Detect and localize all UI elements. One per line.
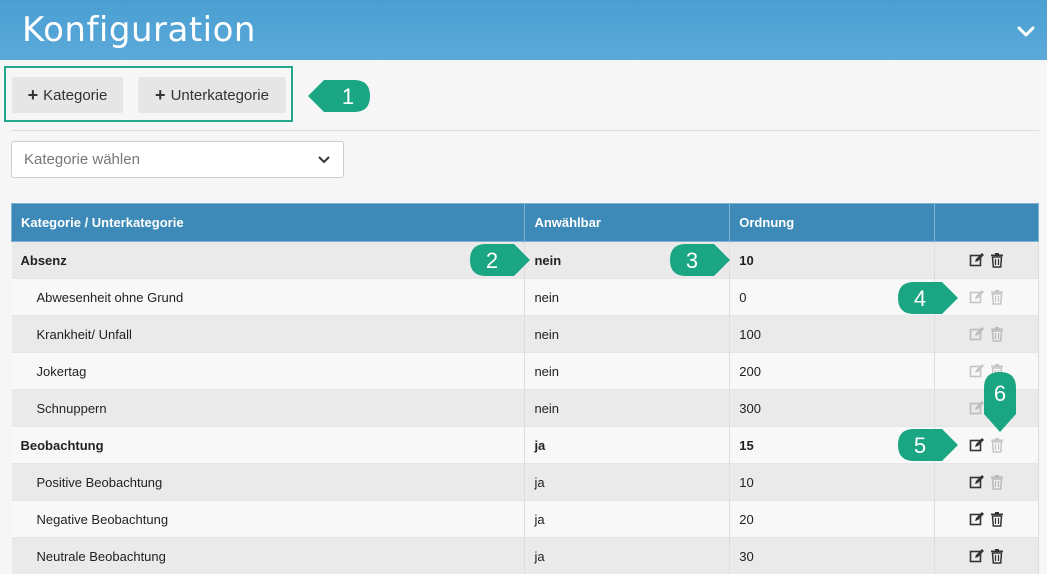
callout-5-label: 5 [914, 433, 926, 458]
callout-3: 3 [668, 240, 732, 280]
cell-actions [935, 316, 1039, 353]
table-row: Negative Beobachtungja20 [12, 501, 1039, 538]
cell-name: Neutrale Beobachtung [12, 538, 525, 574]
trash-icon[interactable] [987, 326, 1007, 341]
cell-order: 200 [730, 353, 935, 390]
table-row: Abwesenheit ohne Grundnein0 [12, 279, 1039, 316]
table-row: Schnuppernnein300 [12, 390, 1039, 427]
callout-6: 6 [978, 368, 1022, 434]
edit-icon[interactable] [967, 252, 987, 267]
trash-icon[interactable] [987, 474, 1007, 489]
cell-selectable: nein [525, 316, 730, 353]
trash-icon[interactable] [987, 548, 1007, 563]
cell-order: 300 [730, 390, 935, 427]
add-subcategory-label: Unterkategorie [171, 87, 269, 104]
table-header-row: Kategorie / Unterkategorie Anwählbar Ord… [12, 204, 1039, 242]
cell-order: 20 [730, 501, 935, 538]
add-subcategory-button[interactable]: + Unterkategorie [138, 77, 286, 113]
callout-5: 5 [896, 425, 960, 465]
trash-icon[interactable] [987, 252, 1007, 267]
cell-selectable: ja [525, 501, 730, 538]
callout-1: 1 [306, 76, 372, 116]
cell-name: Absenz [12, 242, 525, 279]
edit-icon[interactable] [967, 511, 987, 526]
callout-4-label: 4 [914, 286, 926, 311]
cell-actions [935, 464, 1039, 501]
cell-order: 10 [730, 464, 935, 501]
table-row: Krankheit/ Unfallnein100 [12, 316, 1039, 353]
column-header-actions [935, 204, 1039, 242]
cell-actions [935, 501, 1039, 538]
table-row: Neutrale Beobachtungja30 [12, 538, 1039, 574]
divider [11, 130, 1039, 131]
chevron-down-icon [317, 154, 331, 166]
cell-selectable: nein [525, 279, 730, 316]
callout-4: 4 [896, 278, 960, 318]
cell-name: Krankheit/ Unfall [12, 316, 525, 353]
callout-1-label: 1 [342, 84, 354, 109]
edit-icon[interactable] [967, 289, 987, 304]
callout-3-label: 3 [686, 248, 698, 273]
cell-name: Abwesenheit ohne Grund [12, 279, 525, 316]
cell-selectable: ja [525, 464, 730, 501]
column-header-order: Ordnung [730, 204, 935, 242]
cell-name: Positive Beobachtung [12, 464, 525, 501]
plus-icon: + [155, 85, 166, 106]
add-category-button[interactable]: + Kategorie [12, 77, 123, 113]
chevron-down-icon[interactable] [1015, 20, 1037, 42]
cell-name: Schnuppern [12, 390, 525, 427]
cell-selectable: ja [525, 427, 730, 464]
page-title: Konfiguration [22, 10, 256, 50]
category-select[interactable]: Kategorie wählen [11, 141, 344, 178]
callout-6-label: 6 [994, 381, 1006, 406]
trash-icon[interactable] [987, 511, 1007, 526]
category-select-placeholder: Kategorie wählen [24, 151, 140, 168]
cell-selectable: nein [525, 390, 730, 427]
column-header-category: Kategorie / Unterkategorie [12, 204, 525, 242]
page-header: Konfiguration [0, 0, 1047, 60]
cell-selectable: nein [525, 353, 730, 390]
table-row: Positive Beobachtungja10 [12, 464, 1039, 501]
edit-icon[interactable] [967, 474, 987, 489]
cell-actions [935, 242, 1039, 279]
cell-actions [935, 538, 1039, 574]
trash-icon[interactable] [987, 437, 1007, 452]
column-header-selectable: Anwählbar [525, 204, 730, 242]
cell-name: Jokertag [12, 353, 525, 390]
edit-icon[interactable] [967, 548, 987, 563]
edit-icon[interactable] [967, 437, 987, 452]
table-row: Jokertagnein200 [12, 353, 1039, 390]
cell-order: 100 [730, 316, 935, 353]
table-row: Beobachtungja15 [12, 427, 1039, 464]
callout-2-label: 2 [486, 248, 498, 273]
cell-order: 30 [730, 538, 935, 574]
add-category-label: Kategorie [43, 87, 107, 104]
callout-2: 2 [468, 240, 532, 280]
cell-selectable: ja [525, 538, 730, 574]
edit-icon[interactable] [967, 326, 987, 341]
plus-icon: + [28, 85, 39, 106]
trash-icon[interactable] [987, 289, 1007, 304]
cell-name: Negative Beobachtung [12, 501, 525, 538]
cell-name: Beobachtung [12, 427, 525, 464]
cell-order: 10 [730, 242, 935, 279]
